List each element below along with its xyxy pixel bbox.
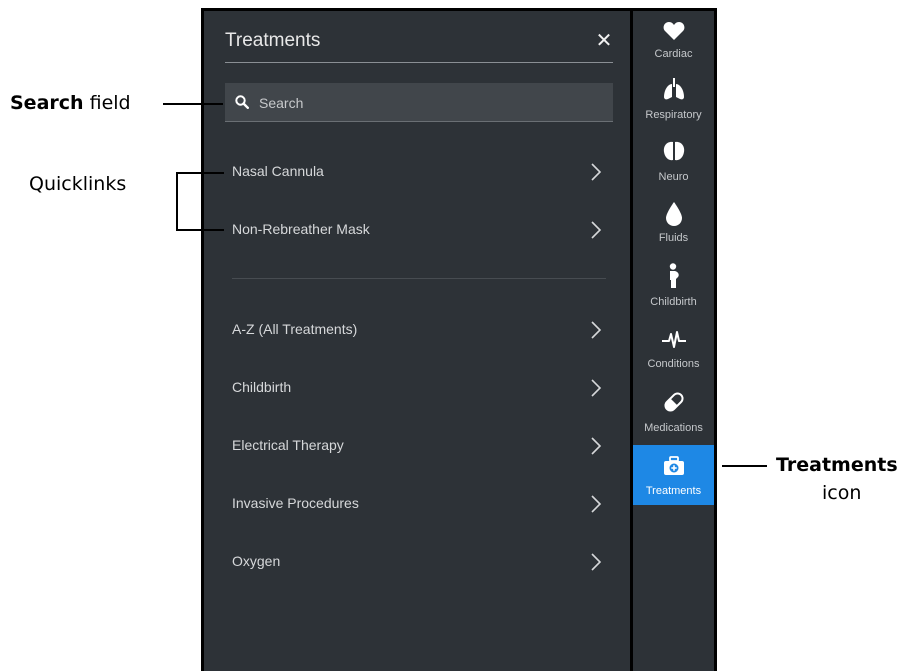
sidebar-item-label: Treatments xyxy=(645,485,702,497)
callout-treatments-icon: Treatments xyxy=(776,454,898,476)
callout-text: field xyxy=(89,92,131,114)
sidebar-item-respiratory[interactable]: Respiratory xyxy=(633,70,714,130)
list-item-childbirth[interactable]: Childbirth xyxy=(232,372,610,404)
sidebar-item-neuro[interactable]: Neuro xyxy=(633,133,714,193)
sidebar-item-label: Childbirth xyxy=(650,296,697,308)
list-item-invasive-procedures[interactable]: Invasive Procedures xyxy=(232,488,610,520)
list-item-label: A-Z (All Treatments) xyxy=(232,321,358,337)
sidebar-item-cardiac[interactable]: Cardiac xyxy=(633,11,714,67)
header-divider xyxy=(225,62,613,63)
list-item-oxygen[interactable]: Oxygen xyxy=(232,546,610,578)
chevron-right-icon xyxy=(591,379,602,397)
list-item-label: Oxygen xyxy=(232,553,281,569)
sidebar-item-label: Medications xyxy=(644,422,703,434)
list-item-label: Electrical Therapy xyxy=(232,437,344,453)
heart-icon xyxy=(633,21,714,41)
chevron-right-icon xyxy=(591,495,602,513)
list-item-label: Nasal Cannula xyxy=(232,163,324,179)
callout-bold-text: Treatments xyxy=(776,454,898,476)
chevron-right-icon xyxy=(591,321,602,339)
sidebar-item-childbirth[interactable]: Childbirth xyxy=(633,256,714,316)
pill-icon xyxy=(633,390,714,414)
callout-search-field: Search field xyxy=(10,92,131,114)
callout-line xyxy=(722,465,767,467)
bracket-line xyxy=(176,172,178,231)
list-item-label: Invasive Procedures xyxy=(232,495,359,511)
bracket-line xyxy=(176,229,224,231)
sidebar-item-treatments[interactable]: Treatments xyxy=(633,445,714,505)
brain-icon xyxy=(633,141,714,161)
close-icon: ✕ xyxy=(595,30,613,52)
sidebar-item-label: Respiratory xyxy=(645,109,702,121)
callout-text: icon xyxy=(822,482,862,504)
heartbeat-icon xyxy=(633,330,714,350)
quicklink-non-rebreather-mask[interactable]: Non-Rebreather Mask xyxy=(232,214,610,246)
search-icon xyxy=(235,95,249,109)
callout-line xyxy=(163,103,223,105)
callout-quicklinks: Quicklinks xyxy=(29,173,127,195)
sidebar-item-conditions[interactable]: Conditions xyxy=(633,320,714,380)
chevron-right-icon xyxy=(591,437,602,455)
sidebar-item-medications[interactable]: Medications xyxy=(633,382,714,442)
search-input[interactable] xyxy=(257,83,601,122)
panel-title: Treatments xyxy=(225,30,321,51)
close-button[interactable]: ✕ xyxy=(592,30,616,54)
chevron-right-icon xyxy=(591,553,602,571)
lungs-icon xyxy=(633,78,714,100)
medical-kit-icon xyxy=(633,456,714,476)
sidebar-item-label: Cardiac xyxy=(654,48,693,60)
callout-bold-text: Search xyxy=(10,92,84,114)
sidebar-item-label: Conditions xyxy=(647,358,700,370)
bracket-line xyxy=(176,172,224,174)
list-item-label: Non-Rebreather Mask xyxy=(232,221,370,237)
sidebar-item-fluids[interactable]: Fluids xyxy=(633,194,714,254)
sidebar-item-label: Fluids xyxy=(658,232,689,244)
quicklink-nasal-cannula[interactable]: Nasal Cannula xyxy=(232,156,610,188)
list-item-electrical-therapy[interactable]: Electrical Therapy xyxy=(232,430,610,462)
list-item-label: Childbirth xyxy=(232,379,292,395)
section-divider xyxy=(232,278,606,279)
pregnant-person-icon xyxy=(633,263,714,289)
list-item-a-z-treatments[interactable]: A-Z (All Treatments) xyxy=(232,314,610,346)
search-field[interactable] xyxy=(225,83,613,122)
droplet-icon xyxy=(633,202,714,226)
chevron-right-icon xyxy=(591,221,602,239)
sidebar-item-label: Neuro xyxy=(658,171,689,183)
chevron-right-icon xyxy=(591,163,602,181)
